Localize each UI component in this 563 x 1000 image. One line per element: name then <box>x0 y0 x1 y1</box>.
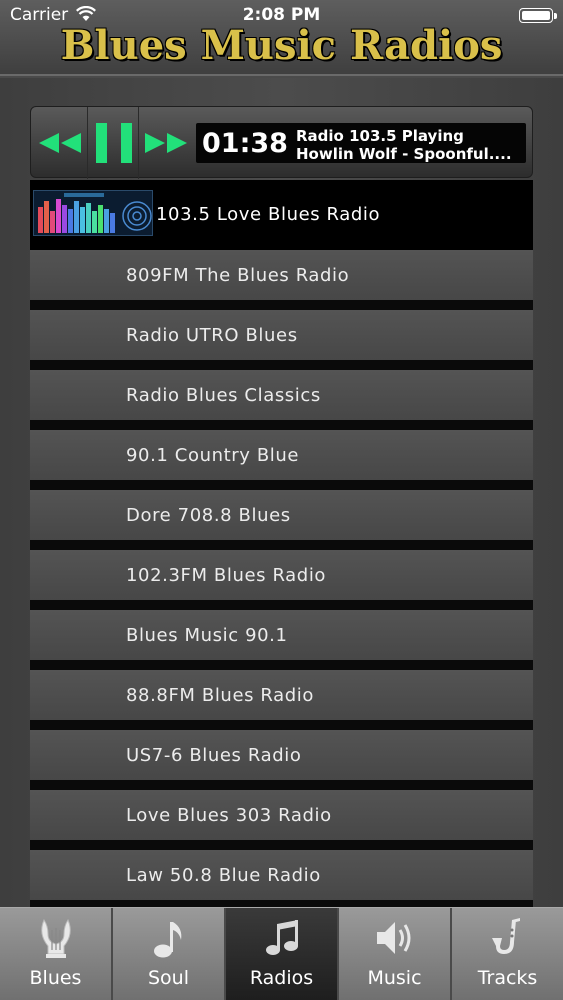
station-row[interactable]: Law 50.8 Blue Radio <box>30 850 533 910</box>
station-row-active[interactable]: 103.5 Love Blues Radio <box>30 180 533 250</box>
app-title: Blues Music Radios <box>60 22 503 69</box>
station-row[interactable]: Radio Blues Classics <box>30 370 533 430</box>
now-playing-station: Radio 103.5 Playing <box>296 127 464 145</box>
main-panel: 01:38 Radio 103.5 Playing Howlin Wolf - … <box>0 78 563 910</box>
station-label: 88.8FM Blues Radio <box>126 685 314 706</box>
station-label: Law 50.8 Blue Radio <box>126 865 321 886</box>
station-row[interactable]: Blues Music 90.1 <box>30 610 533 670</box>
lyre-icon <box>36 916 76 964</box>
tab-label: Radios <box>249 967 314 989</box>
pause-button[interactable] <box>87 107 139 179</box>
station-list: 103.5 Love Blues Radio 809FM The Blues R… <box>30 180 533 910</box>
station-row[interactable]: Love Blues 303 Radio <box>30 790 533 850</box>
battery-icon <box>519 8 557 23</box>
player-bar: 01:38 Radio 103.5 Playing Howlin Wolf - … <box>30 106 533 179</box>
station-label: 102.3FM Blues Radio <box>126 565 327 586</box>
station-row[interactable]: US7-6 Blues Radio <box>30 730 533 790</box>
station-row[interactable]: 90.1 Country Blue <box>30 430 533 490</box>
equalizer-thumbnail <box>33 190 153 236</box>
station-label: Dore 708.8 Blues <box>126 505 291 526</box>
tab-blues[interactable]: Blues <box>0 908 113 1000</box>
station-label: Radio Blues Classics <box>126 385 321 406</box>
now-playing-display: 01:38 Radio 103.5 Playing Howlin Wolf - … <box>196 123 526 163</box>
fast-forward-button[interactable] <box>141 107 191 179</box>
music-note-icon <box>149 916 189 964</box>
tab-label: Soul <box>147 967 189 989</box>
station-row[interactable]: Radio UTRO Blues <box>30 310 533 370</box>
tab-label: Blues <box>29 967 82 989</box>
tab-tracks[interactable]: Tracks <box>452 908 563 1000</box>
tab-soul[interactable]: Soul <box>113 908 226 1000</box>
tab-bar: Blues Soul Radios Music Tracks <box>0 907 563 1000</box>
station-row[interactable]: 88.8FM Blues Radio <box>30 670 533 730</box>
station-label: Blues Music 90.1 <box>126 625 288 646</box>
now-playing-track: Howlin Wolf - Spoonful.... <box>296 145 512 163</box>
pause-icon <box>96 123 132 163</box>
station-label: Love Blues 303 Radio <box>126 805 332 826</box>
elapsed-time: 01:38 <box>202 128 288 159</box>
station-label: 809FM The Blues Radio <box>126 265 350 286</box>
tab-label: Tracks <box>477 967 538 989</box>
station-row[interactable]: 809FM The Blues Radio <box>30 250 533 310</box>
top-bar: Carrier 2:08 PM Blues Music Radios <box>0 0 563 76</box>
station-row[interactable]: 102.3FM Blues Radio <box>30 550 533 610</box>
station-label: 103.5 Love Blues Radio <box>156 204 381 225</box>
tab-music[interactable]: Music <box>339 908 452 1000</box>
speaker-icon <box>373 916 417 964</box>
tab-label: Music <box>367 967 422 989</box>
tab-radios[interactable]: Radios <box>226 908 339 1000</box>
rewind-icon <box>39 133 81 153</box>
station-label: Radio UTRO Blues <box>126 325 298 346</box>
station-row[interactable]: Dore 708.8 Blues <box>30 490 533 550</box>
station-label: US7-6 Blues Radio <box>126 745 302 766</box>
rewind-button[interactable] <box>35 107 85 179</box>
double-note-icon <box>262 916 302 964</box>
saxophone-icon <box>488 916 528 964</box>
station-label: 90.1 Country Blue <box>126 445 300 466</box>
fast-forward-icon <box>145 133 187 153</box>
